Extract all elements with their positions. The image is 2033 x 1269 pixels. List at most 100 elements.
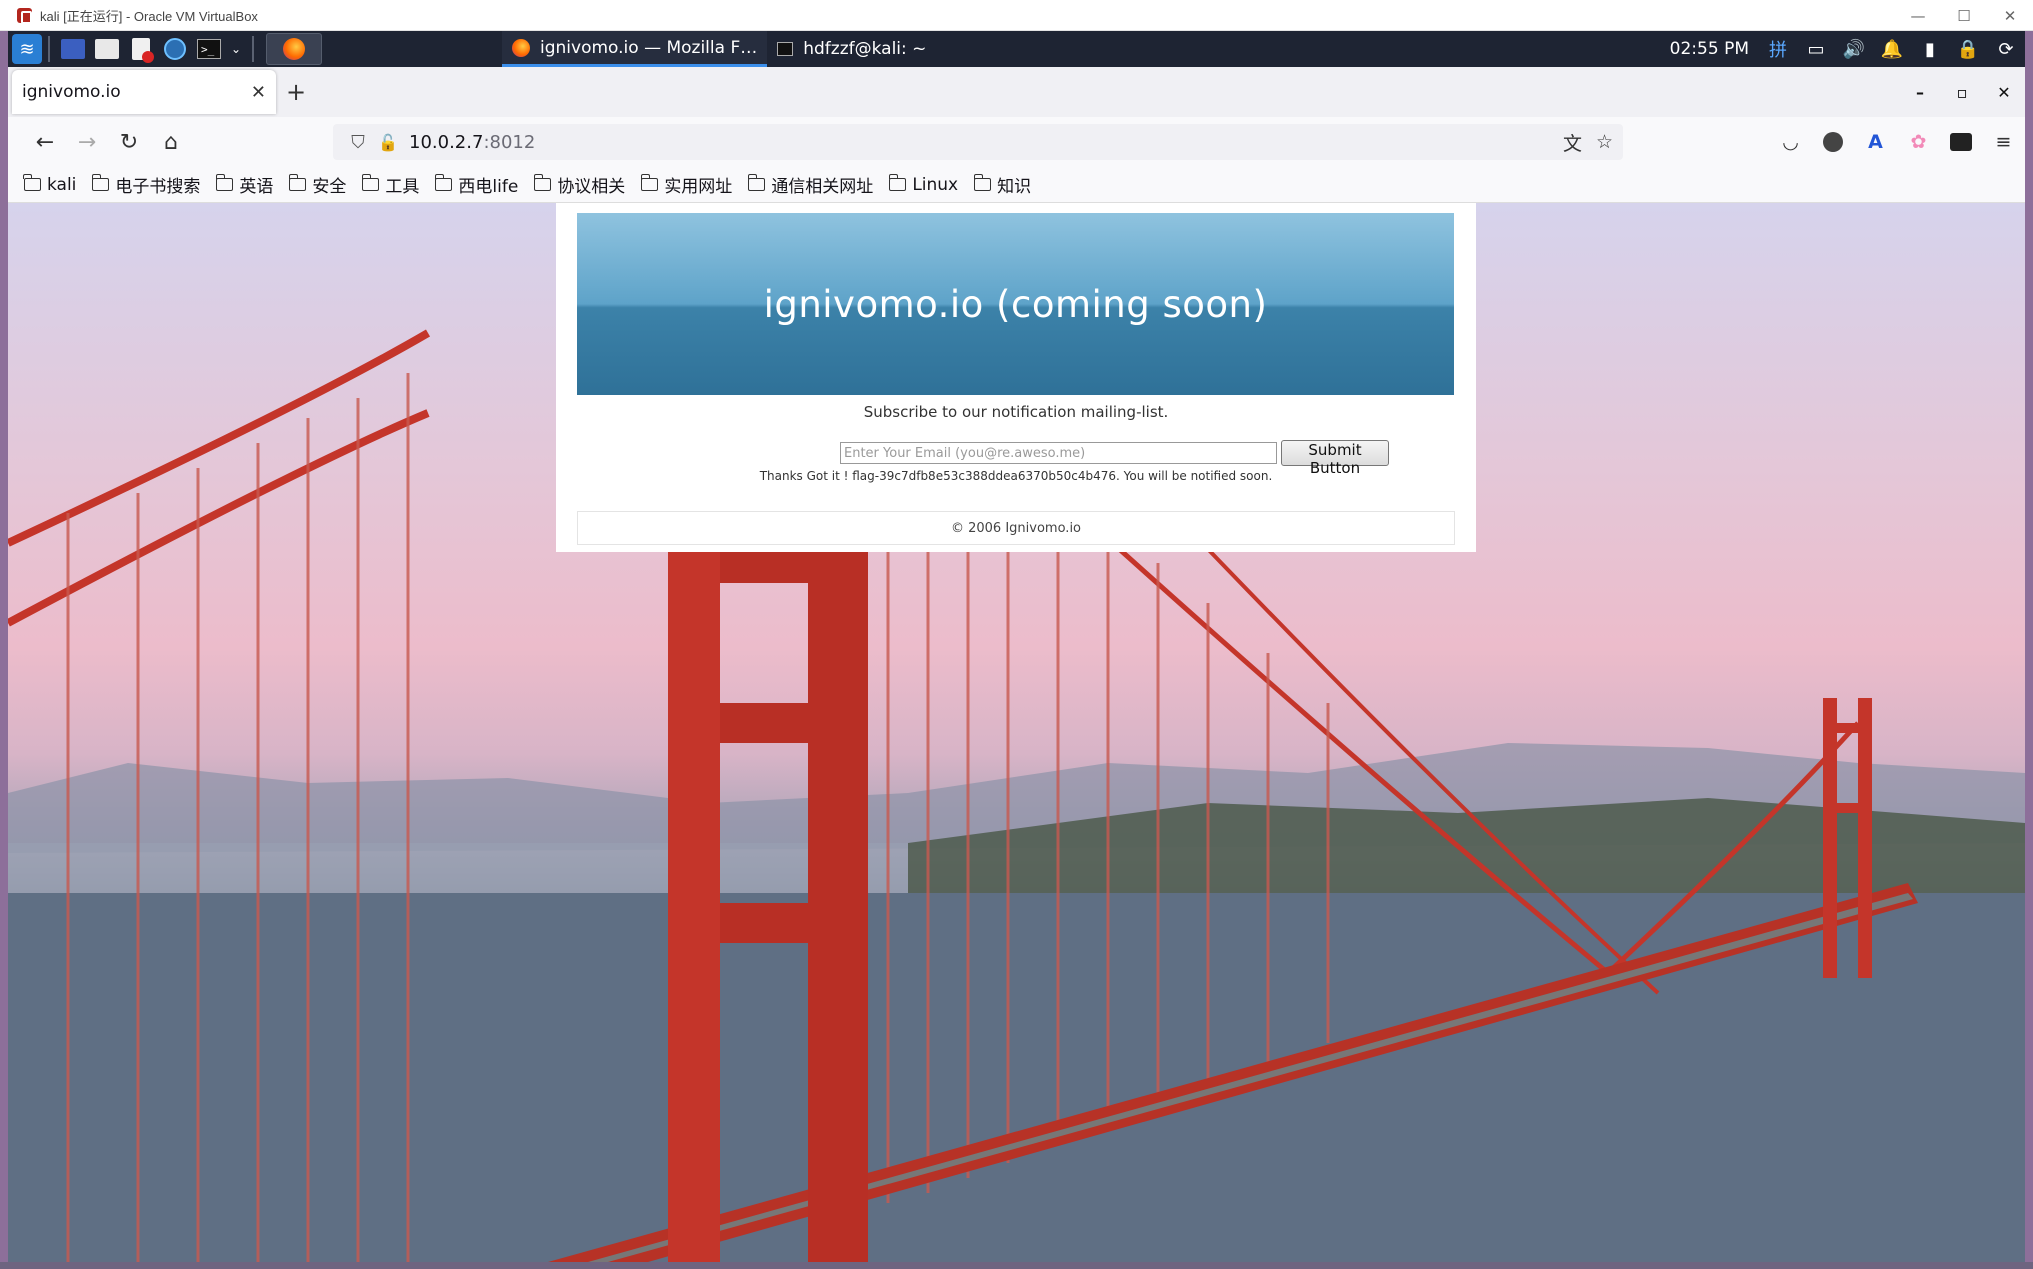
folder-icon xyxy=(23,174,41,191)
virtualbox-titlebar: kali [正在运行] - Oracle VM VirtualBox — ☐ ✕ xyxy=(0,0,2033,31)
new-tab-button[interactable]: + xyxy=(276,70,316,114)
power-icon[interactable]: ⟳ xyxy=(1987,31,2025,67)
home-button[interactable]: ⌂ xyxy=(150,122,192,162)
close-tab-icon[interactable]: ✕ xyxy=(251,82,266,103)
launcher-dropdown[interactable]: ⌄ xyxy=(226,31,246,67)
translate-page-icon[interactable]: 文 xyxy=(1563,129,1582,156)
url-port: :8012 xyxy=(483,131,536,153)
bookmark-label: kali xyxy=(47,174,77,195)
window-border-right xyxy=(2025,31,2033,1262)
kali-logo-icon: ≋ xyxy=(12,34,42,64)
folder-icon xyxy=(640,174,659,191)
bookmark-label: 协议相关 xyxy=(557,177,626,197)
browser-tab-bar: ignivomo.io ✕ + – ▫ ✕ xyxy=(8,67,2025,117)
back-button[interactable]: ← xyxy=(24,122,66,162)
bookmark-label: Linux xyxy=(912,174,959,195)
virtualbox-app-icon xyxy=(17,7,32,24)
page-footer: © 2006 Ignivomo.io xyxy=(577,511,1455,545)
extension-avatar-icon[interactable] xyxy=(1823,132,1843,152)
input-method-indicator[interactable]: 拼 xyxy=(1759,31,1797,67)
pocket-icon[interactable]: ◡ xyxy=(1769,117,1812,167)
bookmark-label: 通信相关网址 xyxy=(771,177,874,197)
taskbar-item-label: ignivomo.io — Mozilla F… xyxy=(540,37,758,58)
globe-icon xyxy=(164,38,186,60)
notification-bell-icon[interactable]: 🔔 xyxy=(1873,31,1911,67)
bookmark-folder[interactable]: 电子书搜索 xyxy=(91,172,200,197)
email-field[interactable] xyxy=(840,442,1277,464)
folder-icon xyxy=(973,174,992,191)
taskbar-item-firefox[interactable]: ignivomo.io — Mozilla F… xyxy=(502,31,768,67)
terminal-icon xyxy=(777,42,794,56)
bookmark-folder[interactable]: 工具 xyxy=(361,172,420,197)
folder-icon xyxy=(361,174,380,191)
workspace-firefox-button[interactable] xyxy=(266,33,322,65)
folder-icon xyxy=(95,39,119,59)
window-title: kali [正在运行] - Oracle VM VirtualBox xyxy=(40,8,258,24)
tab-title: ignivomo.io xyxy=(22,82,121,102)
desktop-icon xyxy=(61,39,85,59)
web-browser-launcher[interactable] xyxy=(158,31,192,67)
text-editor-launcher[interactable] xyxy=(124,31,158,67)
folder-icon xyxy=(91,174,110,191)
terminal-launcher[interactable]: >_ xyxy=(192,31,226,67)
applications-menu-button[interactable]: ≋ xyxy=(8,31,42,67)
bookmark-folder[interactable]: 通信相关网址 xyxy=(747,172,874,197)
volume-icon[interactable]: 🔊 xyxy=(1835,31,1873,67)
insecure-lock-icon[interactable]: 🔓 xyxy=(373,124,403,160)
show-desktop-button[interactable] xyxy=(56,31,90,67)
bookmark-star-icon[interactable]: ☆ xyxy=(1596,131,1613,153)
browser-navigation-bar: ← → ↻ ⌂ ⛉ 🔓 10.0.2.7:8012 文 ☆ ◡ A ✿ ≡ xyxy=(8,117,2025,167)
top-panel: ≋ >_ ⌄ ignivomo.io — Mozilla F… hdfzzf@k… xyxy=(8,31,2025,67)
firefox-icon xyxy=(283,38,305,60)
page-viewport: ignivomo.io (coming soon) Subscribe to o… xyxy=(8,203,2025,1262)
bookmark-folder[interactable]: 西电life xyxy=(434,172,519,197)
bookmark-folder[interactable]: 知识 xyxy=(973,172,1031,197)
window-border-left xyxy=(0,31,8,1262)
folder-icon xyxy=(533,174,552,191)
url-host: 10.0.2.7 xyxy=(409,131,484,153)
bookmark-label: 安全 xyxy=(312,177,347,197)
browser-tab-active[interactable]: ignivomo.io ✕ xyxy=(12,70,276,114)
bookmark-label: 实用网址 xyxy=(664,177,733,197)
bookmark-label: 工具 xyxy=(385,177,420,197)
dark-extension-icon[interactable] xyxy=(1950,133,1972,151)
pink-extension-icon[interactable]: ✿ xyxy=(1897,117,1940,167)
panel-separator xyxy=(48,36,50,62)
display-icon[interactable]: ▭ xyxy=(1797,31,1835,67)
address-bar[interactable]: ⛉ 🔓 10.0.2.7:8012 文 ☆ xyxy=(333,124,1623,160)
reload-button[interactable]: ↻ xyxy=(108,122,150,162)
page-title: ignivomo.io (coming soon) xyxy=(763,282,1268,326)
lock-icon[interactable]: 🔒 xyxy=(1949,31,1987,67)
host-minimize-button[interactable]: — xyxy=(1895,0,1941,31)
host-close-button[interactable]: ✕ xyxy=(1987,0,2033,31)
firefox-icon xyxy=(512,38,530,57)
bookmark-folder[interactable]: 协议相关 xyxy=(533,172,626,197)
bookmark-folder[interactable]: 安全 xyxy=(288,172,347,197)
bookmark-folder[interactable]: 英语 xyxy=(215,172,273,197)
submit-button[interactable]: Submit Button xyxy=(1281,440,1389,477)
forward-button[interactable]: → xyxy=(66,122,108,162)
taskbar-item-terminal[interactable]: hdfzzf@kali: ~ xyxy=(767,31,936,67)
folder-icon xyxy=(747,174,766,191)
browser-minimize-button[interactable]: – xyxy=(1899,67,1941,117)
tracking-protection-shield-icon[interactable]: ⛉ xyxy=(343,124,373,160)
folder-icon xyxy=(888,174,907,191)
terminal-icon: >_ xyxy=(197,39,221,59)
text-editor-icon xyxy=(132,38,154,63)
browser-close-button[interactable]: ✕ xyxy=(1983,67,2025,117)
folder-icon xyxy=(288,174,307,191)
content-card: ignivomo.io (coming soon) Subscribe to o… xyxy=(556,203,1476,552)
bookmark-folder[interactable]: 实用网址 xyxy=(640,172,733,197)
battery-icon[interactable]: ▮ xyxy=(1911,31,1949,67)
browser-maximize-button[interactable]: ▫ xyxy=(1941,67,1983,117)
taskbar-item-label: hdfzzf@kali: ~ xyxy=(803,39,927,59)
host-maximize-button[interactable]: ☐ xyxy=(1941,0,1987,31)
bookmark-folder[interactable]: Linux xyxy=(888,174,959,195)
subscribe-text: Subscribe to our notification mailing-li… xyxy=(863,403,1169,421)
bookmark-folder[interactable]: kali xyxy=(23,174,77,195)
panel-clock[interactable]: 02:55 PM xyxy=(1670,39,1749,59)
hamburger-menu-icon[interactable]: ≡ xyxy=(1982,117,2025,167)
translate-extension-icon[interactable]: A xyxy=(1854,117,1897,167)
file-manager-launcher[interactable] xyxy=(90,31,124,67)
bookmark-label: 西电life xyxy=(458,177,519,197)
